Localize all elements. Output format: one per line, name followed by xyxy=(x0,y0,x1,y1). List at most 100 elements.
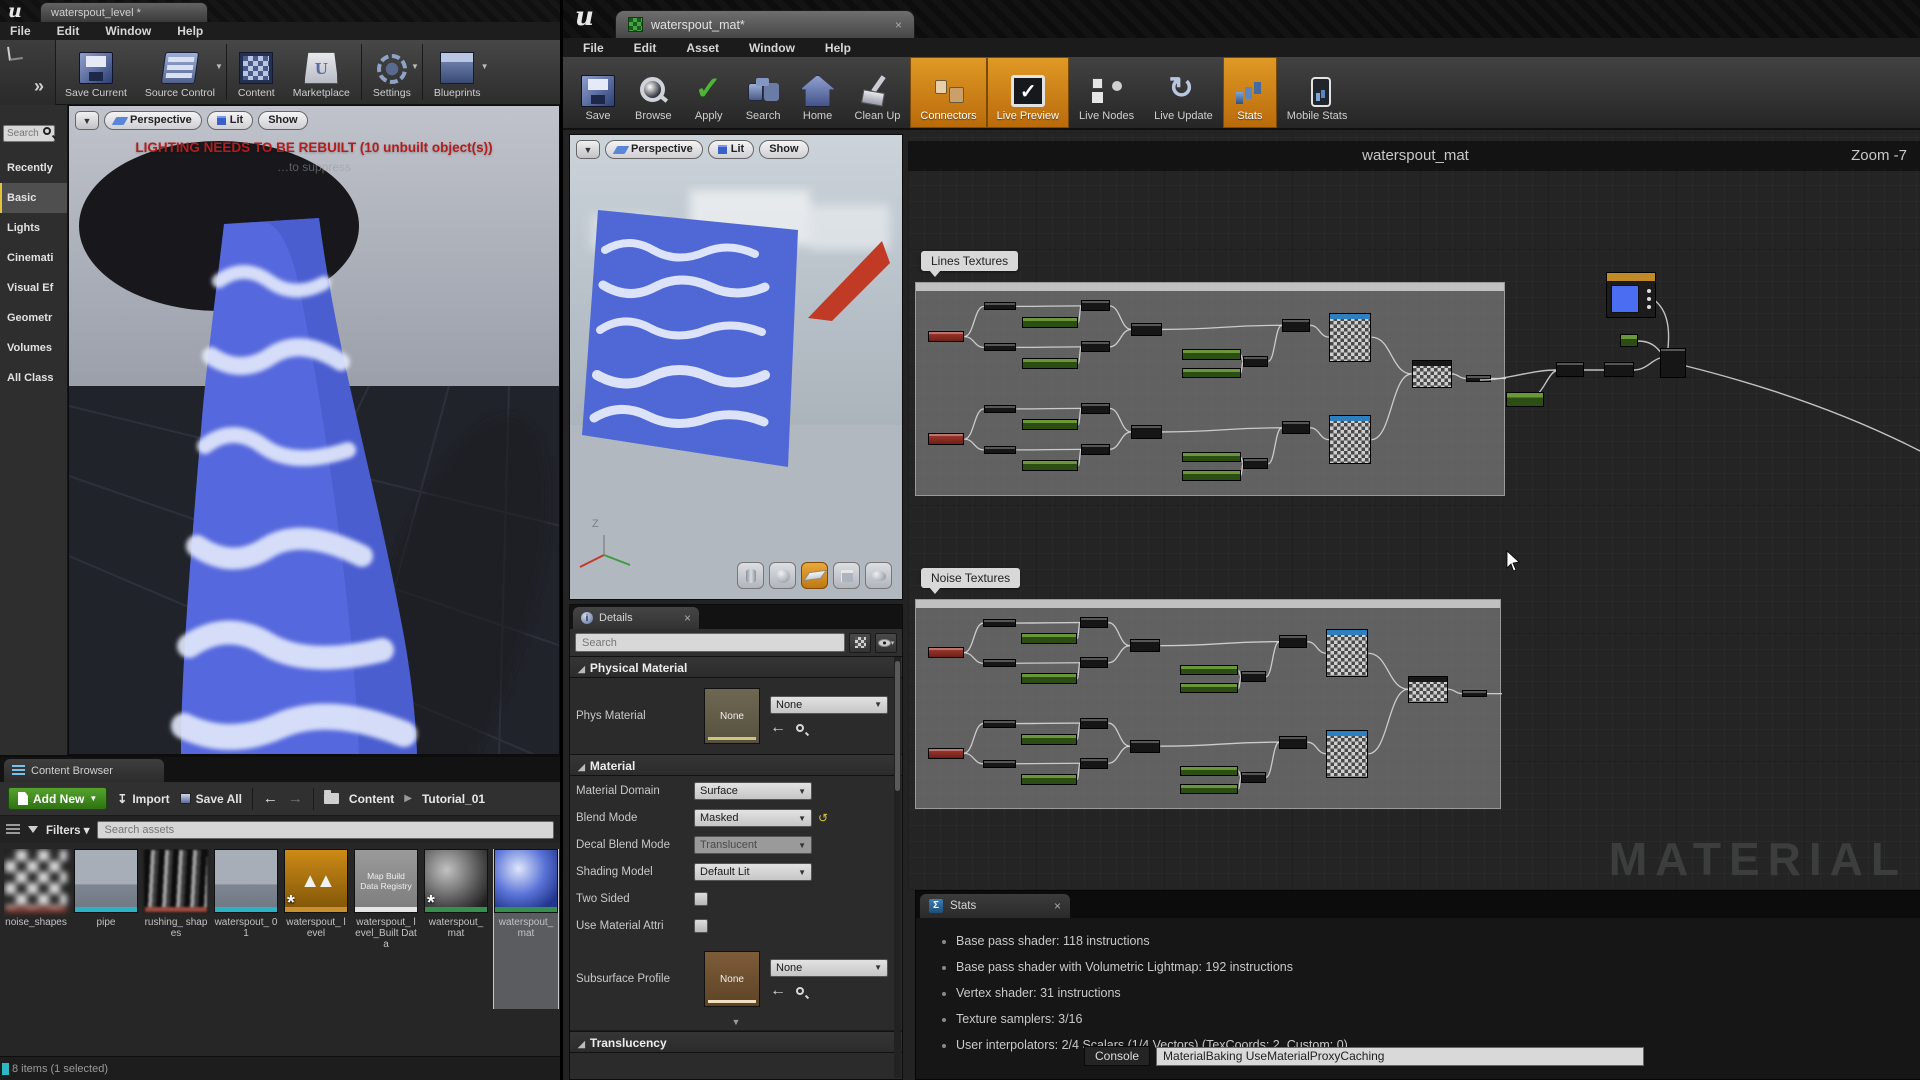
expander-arrow[interactable]: ▼ xyxy=(570,1017,902,1031)
toolbar-button-blueprints[interactable]: ▼Blueprints xyxy=(425,40,490,104)
show-button[interactable]: Show xyxy=(759,140,808,159)
perspective-button[interactable]: Perspective xyxy=(605,140,703,159)
graph-node-dark[interactable] xyxy=(1279,736,1307,749)
view-list-icon[interactable] xyxy=(6,824,20,836)
graph-node-vec[interactable] xyxy=(1606,272,1656,318)
physical-material-header[interactable]: ◢Physical Material xyxy=(570,656,902,678)
graph-node-tex[interactable] xyxy=(1326,730,1368,778)
graph-node-tex[interactable] xyxy=(1329,313,1371,362)
menu-help[interactable]: Help xyxy=(177,24,203,38)
toolbar-button-mobile-stats[interactable]: Mobile Stats xyxy=(1277,57,1358,128)
graph-node-red[interactable] xyxy=(928,433,965,444)
toolbar-button-search[interactable]: Search xyxy=(736,57,791,128)
graph-node-dark[interactable] xyxy=(1081,444,1109,455)
material-section-header[interactable]: ◢Material xyxy=(570,754,902,776)
graph-node-dark[interactable] xyxy=(1081,341,1109,352)
plane-shape-button[interactable] xyxy=(801,562,828,589)
graph-node-green[interactable] xyxy=(1180,766,1239,776)
use-selected-icon[interactable]: ← xyxy=(770,719,786,737)
toolbar-button-connectors[interactable]: Connectors xyxy=(910,57,986,128)
toolbar-button-clean-up[interactable]: Clean Up xyxy=(845,57,911,128)
stats-tab[interactable]: Σ Stats × xyxy=(920,894,1070,918)
close-icon[interactable]: × xyxy=(1054,899,1061,913)
toolbar-button-apply[interactable]: Apply xyxy=(682,57,736,128)
property-matrix-button[interactable] xyxy=(849,633,871,653)
details-tab[interactable]: i Details × xyxy=(573,607,699,629)
graph-node-green[interactable] xyxy=(1506,392,1544,407)
graph-node-dark[interactable] xyxy=(1080,718,1108,729)
graph-node-dark[interactable] xyxy=(1081,300,1109,311)
graph-node-dark[interactable] xyxy=(1462,690,1487,697)
graph-node-dark[interactable] xyxy=(1130,740,1160,753)
graph-node-green[interactable] xyxy=(1180,683,1239,693)
toolbar-button-save[interactable]: Save xyxy=(571,57,625,128)
checkbox-two-sided[interactable] xyxy=(694,892,708,906)
toolbar-button-live-update[interactable]: Live Update xyxy=(1144,57,1223,128)
graph-node-dark[interactable] xyxy=(1130,639,1160,652)
mode-item-geometr[interactable]: Geometr xyxy=(0,303,67,333)
graph-node-dark[interactable] xyxy=(984,446,1016,454)
dropdown-blend-mode[interactable]: Masked▼ xyxy=(694,809,812,827)
menu-file[interactable]: File xyxy=(583,41,604,55)
graph-node-green[interactable] xyxy=(1021,673,1077,684)
add-new-button[interactable]: Add New ▼ xyxy=(8,787,107,810)
toolbar-button-settings[interactable]: ▼Settings xyxy=(364,40,420,104)
breadcrumb-content[interactable]: Content xyxy=(349,792,394,806)
cylinder-shape-button[interactable] xyxy=(737,562,764,589)
browse-to-icon[interactable] xyxy=(796,987,804,995)
material-tab[interactable]: waterspout_mat* × xyxy=(615,10,915,38)
dropdown-shading-model[interactable]: Default Lit▼ xyxy=(694,863,812,881)
toolbar-button-content[interactable]: Content xyxy=(229,40,284,104)
use-selected-icon[interactable]: ← xyxy=(770,982,786,1000)
reset-to-default-icon[interactable]: ↺ xyxy=(818,811,828,825)
graph-node-tex2[interactable] xyxy=(1408,676,1448,703)
mode-item-cinemati[interactable]: Cinemati xyxy=(0,243,67,273)
dropdown-subsurface-profile[interactable]: None▼ xyxy=(770,959,888,977)
graph-node-dark[interactable] xyxy=(1241,772,1266,783)
graph-node-green[interactable] xyxy=(1022,460,1078,471)
mode-item-all-class[interactable]: All Class xyxy=(0,363,67,393)
graph-node-dark[interactable] xyxy=(1282,319,1310,332)
close-icon[interactable]: × xyxy=(684,611,691,625)
toolbar-button-live-nodes[interactable]: Live Nodes xyxy=(1069,57,1144,128)
asset-search-input[interactable] xyxy=(97,821,554,839)
toolbar-button-save-current[interactable]: Save Current xyxy=(56,40,136,104)
graph-node-dark[interactable] xyxy=(1080,617,1108,628)
graph-node-green[interactable] xyxy=(1021,734,1077,745)
comment-box-lines-textures[interactable] xyxy=(915,282,1505,496)
mode-item-volumes[interactable]: Volumes xyxy=(0,333,67,363)
graph-node-dark[interactable] xyxy=(1243,356,1268,367)
asset-tile-rushing-shapes[interactable]: rushing_ shapes xyxy=(144,849,208,1009)
graph-node-red[interactable] xyxy=(928,647,964,658)
graph-node-green[interactable] xyxy=(1021,774,1077,785)
sphere-shape-button[interactable] xyxy=(769,562,796,589)
phys-material-thumbnail[interactable]: None xyxy=(704,688,760,744)
back-button[interactable]: ← xyxy=(263,790,278,807)
graph-node-red[interactable] xyxy=(928,748,964,759)
comment-box-noise-textures[interactable] xyxy=(915,599,1501,809)
translucency-header[interactable]: ◢Translucency xyxy=(570,1031,902,1053)
asset-tile-noise-shapes[interactable]: noise_shapes xyxy=(4,849,68,1009)
subsurface-thumbnail[interactable]: None xyxy=(704,951,760,1007)
phys-material-dropdown[interactable]: None▼ xyxy=(770,696,888,714)
close-icon[interactable]: × xyxy=(895,18,902,32)
graph-node-dark[interactable] xyxy=(1080,758,1108,769)
comment-label-noise-textures[interactable]: Noise Textures xyxy=(921,568,1020,588)
graph-pane[interactable]: MATERIAL waterspout_mat Zoom -7 Lines Te… xyxy=(908,134,1920,890)
graph-node-dark[interactable] xyxy=(1080,657,1108,668)
mode-item-recently[interactable]: Recently xyxy=(0,153,67,183)
menu-edit[interactable]: Edit xyxy=(634,41,657,55)
asset-tile-waterspout-level-built-data[interactable]: Map Build Data Registrywaterspout_ level… xyxy=(354,849,418,1009)
graph-node-dark[interactable] xyxy=(1279,635,1307,648)
graph-node-dark[interactable] xyxy=(1243,458,1268,469)
graph-node-dark[interactable] xyxy=(1282,421,1310,434)
graph-node-green[interactable] xyxy=(1022,358,1078,369)
asset-tile-waterspout-level[interactable]: ▲▲*waterspout_ level xyxy=(284,849,348,1009)
details-scrollbar[interactable] xyxy=(894,657,901,1078)
graph-node-dark[interactable] xyxy=(1081,403,1109,414)
menu-window[interactable]: Window xyxy=(105,24,151,38)
graph-node-dark[interactable] xyxy=(983,619,1015,627)
show-button[interactable]: Show xyxy=(258,111,307,130)
import-button[interactable]: ↧Import xyxy=(117,792,169,806)
graph-node-green[interactable] xyxy=(1182,349,1241,359)
